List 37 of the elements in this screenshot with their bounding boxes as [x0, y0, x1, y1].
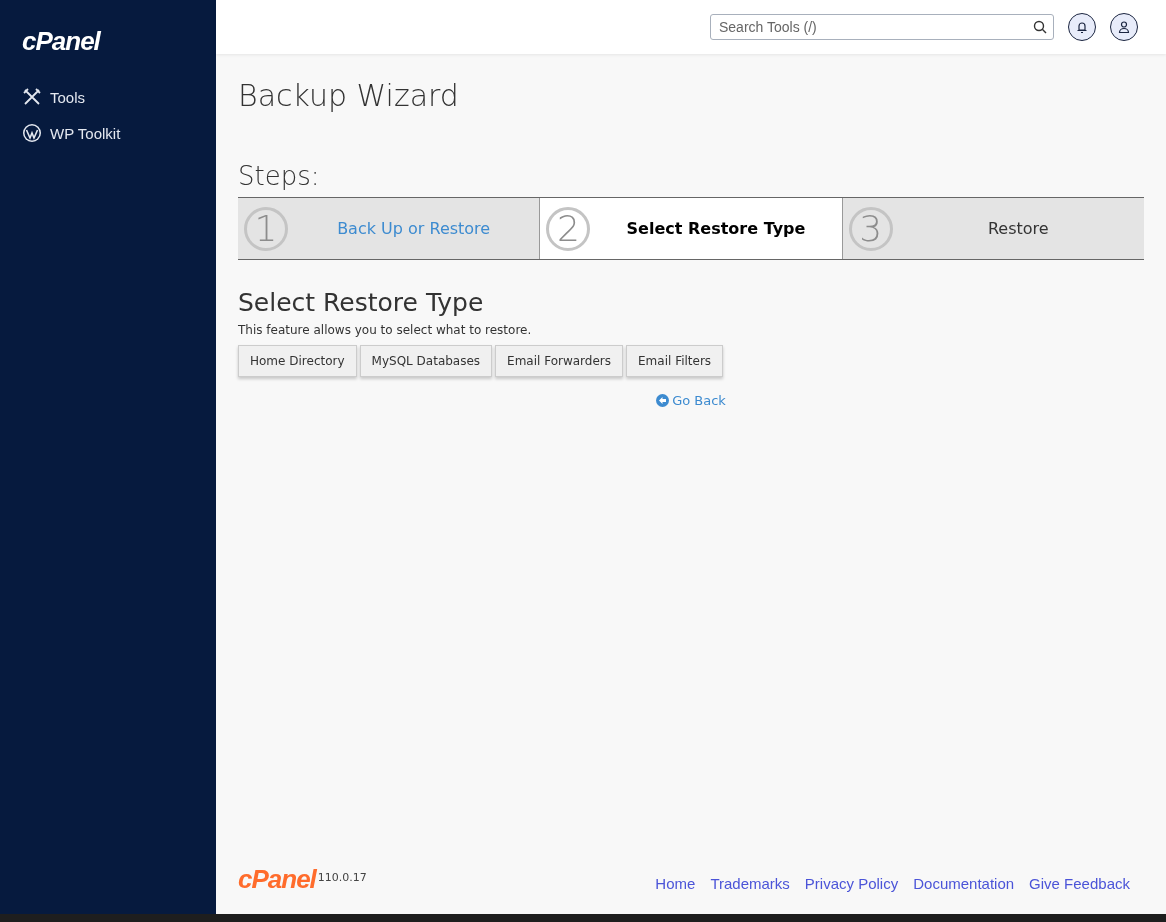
- search-icon: [1033, 20, 1047, 34]
- restore-type-button[interactable]: MySQL Databases: [359, 345, 493, 377]
- sidebar-item-label[interactable]: Tools: [50, 88, 86, 106]
- restore-type-button[interactable]: Email Filters: [626, 345, 724, 377]
- notifications-button[interactable]: [1068, 13, 1096, 41]
- step-number: 1: [244, 206, 288, 251]
- step-label: Back Up or Restore: [336, 219, 492, 238]
- step-label: Restore: [986, 219, 1050, 238]
- user-button[interactable]: [1110, 13, 1138, 41]
- sidebar-item-label[interactable]: WP Toolkit: [50, 124, 121, 142]
- step-number: 3: [848, 206, 893, 251]
- bell-icon: [1076, 20, 1088, 34]
- footer-link[interactable]: Trademarks: [710, 875, 790, 892]
- section-description: This feature allows you to select what to restore.: [238, 323, 533, 337]
- go-back-link[interactable]: Go Back: [656, 393, 726, 408]
- tools-icon: [22, 87, 42, 107]
- page-title: Backup Wizard: [238, 78, 460, 113]
- wizard-step[interactable]: 3 Restore: [841, 198, 1144, 259]
- footer-link[interactable]: Home: [655, 875, 696, 892]
- step-label: Select Restore Type: [625, 219, 807, 238]
- step-number: 2: [546, 206, 591, 251]
- steps-heading: Steps:: [238, 161, 321, 191]
- restore-type-button[interactable]: Home Directory: [238, 345, 357, 377]
- user-icon: [1118, 21, 1130, 33]
- sidebar-item[interactable]: Tools: [0, 79, 108, 115]
- wizard-step[interactable]: 2 Select Restore Type: [539, 198, 842, 259]
- sidebar-item[interactable]: WP Toolkit: [0, 115, 143, 151]
- footer-link[interactable]: Give Feedback: [1029, 875, 1130, 892]
- search-field[interactable]: Search Tools (/): [710, 14, 1054, 40]
- footer-link[interactable]: Privacy Policy: [804, 875, 899, 892]
- section-title: Select Restore Type: [238, 288, 485, 317]
- wordpress-icon: [22, 123, 42, 143]
- back-arrow-icon: [656, 394, 670, 407]
- restore-type-button[interactable]: Email Forwarders: [495, 345, 624, 377]
- cpanel-logo[interactable]: cPanel: [22, 26, 100, 57]
- footer-link[interactable]: Documentation: [913, 875, 1015, 892]
- version-label: 110.0.17: [317, 871, 367, 884]
